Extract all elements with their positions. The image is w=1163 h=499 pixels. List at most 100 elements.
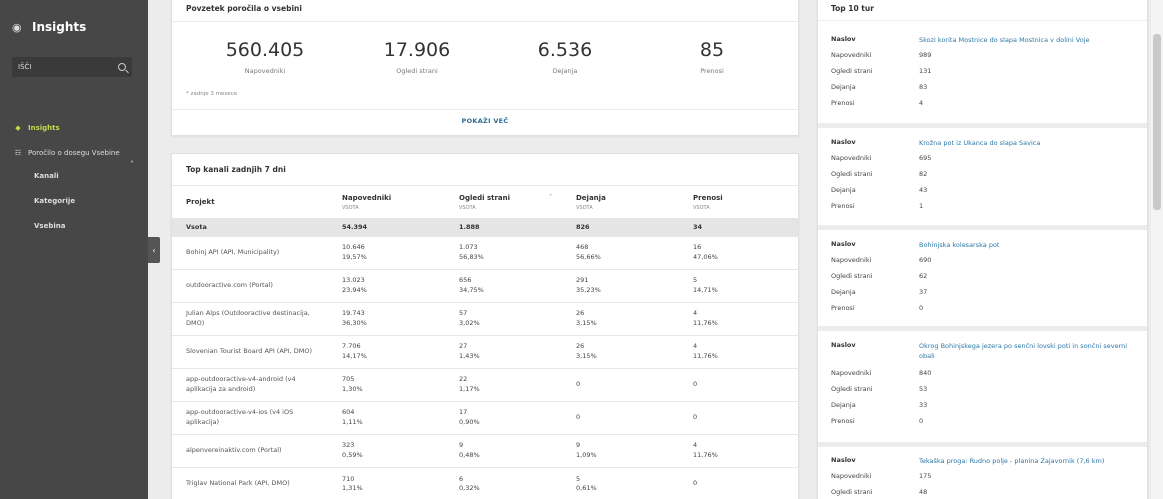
key-label: Naslov bbox=[831, 240, 856, 248]
show-more-button[interactable]: POKAŽI VEČ bbox=[172, 117, 798, 125]
key-label: Ogledi strani bbox=[831, 385, 873, 393]
sidebar-item-label: Poročilo o dosegu Vsebine bbox=[28, 149, 120, 157]
chart-icon: ☷ bbox=[14, 149, 22, 157]
tour-title-link[interactable]: Bohinjska kolesarska pot bbox=[919, 240, 1134, 256]
table-row[interactable]: Slovenian Tourist Board API (API, DMO) 7… bbox=[172, 335, 798, 369]
tour-downloads: 4 bbox=[919, 99, 924, 107]
brand[interactable]: ◉ Insights bbox=[12, 20, 86, 34]
sidebar-subitem-content[interactable]: Vsebina bbox=[34, 222, 65, 230]
key-label: Naslov bbox=[831, 138, 856, 146]
divider bbox=[818, 123, 1147, 128]
column-header-page-views[interactable]: ˅ Ogledi strani VSOTA bbox=[445, 185, 562, 219]
cell-downloads: 5 14,71% bbox=[679, 269, 798, 303]
summary-title: Povzetek poročila o vsebini bbox=[186, 4, 302, 13]
table-row[interactable]: app-outdooractive-v4-ios (v4 iOS aplikac… bbox=[172, 401, 798, 435]
divider bbox=[818, 326, 1147, 331]
cell-page-views: 27 1,43% bbox=[445, 335, 562, 369]
tour-title-link[interactable]: Okrog Bohinjskega jezera po senčni lovsk… bbox=[919, 341, 1134, 369]
tour-views: 62 bbox=[919, 272, 928, 280]
cell-downloads: 4 11,76% bbox=[679, 302, 798, 336]
cell-actions: 9 1,09% bbox=[562, 434, 679, 468]
column-header-actions[interactable]: Dejanja VSOTA bbox=[562, 185, 679, 219]
tour-actions: 37 bbox=[919, 288, 928, 296]
channels-title: Top kanali zadnjih 7 dni bbox=[186, 165, 286, 174]
stat-label: Prenosi bbox=[700, 67, 724, 75]
scrollbar-thumb[interactable] bbox=[1153, 34, 1161, 210]
cell-page-views: 6 0,32% bbox=[445, 467, 562, 499]
sidebar-item-insights[interactable]: ◆ Insights bbox=[0, 116, 148, 140]
key-label: Dejanja bbox=[831, 288, 856, 296]
divider bbox=[818, 225, 1147, 230]
tour-title-link[interactable]: Krožna pot iz Ukanca do slapa Savica bbox=[919, 138, 1134, 154]
tour-downloads: 0 bbox=[919, 417, 924, 425]
tour-title-link[interactable]: Tekaška proga: Rudno polje - planina Zaj… bbox=[919, 456, 1134, 472]
key-label: Prenosi bbox=[831, 417, 855, 425]
tour-actions: 33 bbox=[919, 401, 928, 409]
tour-teasers: 175 bbox=[919, 472, 932, 480]
scrollbar[interactable] bbox=[1151, 0, 1163, 499]
total-teasers: 54.394 bbox=[328, 218, 445, 237]
tour-actions: 43 bbox=[919, 186, 928, 194]
table-row[interactable]: outdooractive.com (Portal) 13.023 23,94% … bbox=[172, 269, 798, 303]
table-row[interactable]: Julian Alps (Outdooractive destinacija, … bbox=[172, 302, 798, 336]
cell-teasers: 705 1,30% bbox=[328, 368, 445, 402]
column-header-downloads[interactable]: Prenosi VSOTA bbox=[679, 185, 798, 219]
sidebar-item-content-report[interactable]: ☷ Poročilo o dosegu Vsebine bbox=[0, 141, 148, 165]
tour-teasers: 695 bbox=[919, 154, 932, 162]
cell-page-views: 1.073 56,83% bbox=[445, 236, 562, 270]
key-label: Napovedniki bbox=[831, 472, 872, 480]
sidebar-subitem-channels[interactable]: Kanali bbox=[34, 172, 59, 180]
tour-downloads: 1 bbox=[919, 202, 924, 210]
tour-teasers: 840 bbox=[919, 369, 932, 377]
key-label: Dejanja bbox=[831, 83, 856, 91]
cell-page-views: 57 3,02% bbox=[445, 302, 562, 336]
tour-teasers: 690 bbox=[919, 256, 932, 264]
cell-downloads: 0 bbox=[679, 368, 798, 402]
cell-teasers: 10.646 19,57% bbox=[328, 236, 445, 270]
tour-views: 131 bbox=[919, 67, 932, 75]
project-name: outdooractive.com (Portal) bbox=[172, 269, 328, 303]
key-label: Dejanja bbox=[831, 401, 856, 409]
search-input[interactable]: IŠČI bbox=[12, 57, 132, 77]
project-name: Bohinj API (API, Municipality) bbox=[172, 236, 328, 270]
cell-page-views: 17 0,90% bbox=[445, 401, 562, 435]
cell-teasers: 13.023 23,94% bbox=[328, 269, 445, 303]
stat-label: Napovedniki bbox=[244, 67, 286, 75]
column-header-project[interactable]: Projekt bbox=[172, 185, 328, 219]
search-label: IŠČI bbox=[18, 63, 32, 71]
table-row[interactable]: alpenvereinaktiv.com (Portal) 323 0,59% 9… bbox=[172, 434, 798, 468]
top-channels-card: Top kanali zadnjih 7 dni Projekt Napoved… bbox=[171, 153, 799, 499]
cell-teasers: 323 0,59% bbox=[328, 434, 445, 468]
tour-title-link[interactable]: Skozi korita Mostnice do slapa Mostnica … bbox=[919, 35, 1134, 51]
table-row[interactable]: Bohinj API (API, Municipality) 10.646 19,… bbox=[172, 236, 798, 270]
channels-table: Projekt Napovedniki VSOTA ˅ Ogledi strani V… bbox=[172, 185, 798, 499]
stat-value: 6.536 bbox=[537, 39, 593, 61]
column-header-teasers[interactable]: Napovedniki VSOTA bbox=[328, 185, 445, 219]
project-name: Slovenian Tourist Board API (API, DMO) bbox=[172, 335, 328, 369]
chevron-up-icon[interactable]: ˄ bbox=[130, 160, 134, 169]
total-downloads: 34 bbox=[679, 218, 798, 237]
cell-actions: 0 bbox=[562, 401, 679, 435]
cell-teasers: 710 1,31% bbox=[328, 467, 445, 499]
search-icon[interactable] bbox=[118, 63, 126, 71]
sidebar-item-label: Insights bbox=[28, 124, 60, 132]
table-header-row: Projekt Napovedniki VSOTA ˅ Ogledi strani V… bbox=[172, 185, 798, 219]
key-label: Napovedniki bbox=[831, 369, 872, 377]
tour-views: 53 bbox=[919, 385, 928, 393]
stat-value: 560.405 bbox=[225, 39, 305, 61]
tour-views: 82 bbox=[919, 170, 928, 178]
stat-label: Dejanja bbox=[552, 67, 578, 75]
sort-icon[interactable]: ˅ bbox=[549, 194, 552, 201]
stat-value: 17.906 bbox=[383, 39, 451, 61]
table-row[interactable]: app-outdooractive-v4-android (v4 aplikac… bbox=[172, 368, 798, 402]
project-name: alpenvereinaktiv.com (Portal) bbox=[172, 434, 328, 468]
project-name: Triglav National Park (API, DMO) bbox=[172, 467, 328, 499]
table-row[interactable]: Triglav National Park (API, DMO) 710 1,31… bbox=[172, 467, 798, 499]
sidebar-subitem-categories[interactable]: Kategorije bbox=[34, 197, 75, 205]
key-label: Ogledi strani bbox=[831, 67, 873, 75]
project-name: Julian Alps (Outdooractive destinacija, … bbox=[172, 302, 328, 336]
cell-teasers: 604 1,11% bbox=[328, 401, 445, 435]
cell-page-views: 9 0,48% bbox=[445, 434, 562, 468]
tour-teasers: 989 bbox=[919, 51, 932, 59]
collapse-sidebar-button[interactable]: ‹ bbox=[148, 237, 160, 263]
